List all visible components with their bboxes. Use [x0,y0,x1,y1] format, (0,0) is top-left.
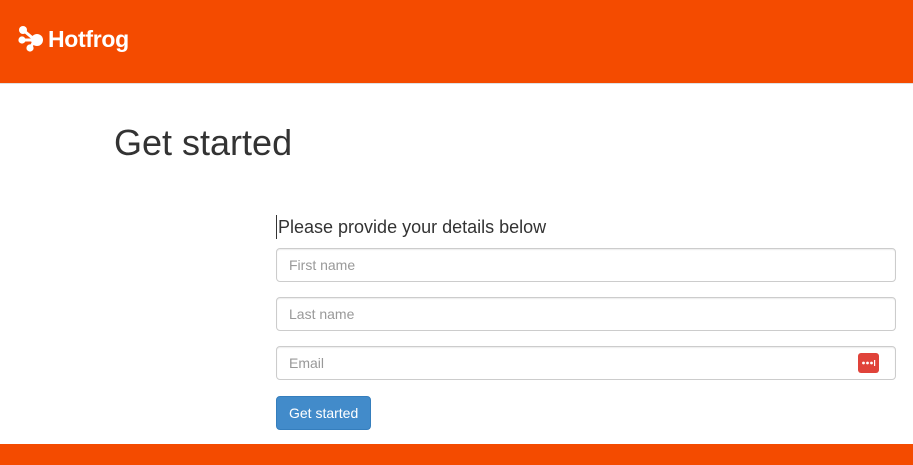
form-intro: Please provide your details below [276,215,896,239]
first-name-field-wrap [276,248,896,282]
dots-icon [862,360,876,366]
signup-form: Please provide your details below Get st… [276,215,896,430]
frog-paw-icon [18,26,43,52]
logo-text: Hotfrog [48,25,129,52]
email-input[interactable] [276,346,896,380]
last-name-input[interactable] [276,297,896,331]
last-name-field-wrap [276,297,896,331]
first-name-input[interactable] [276,248,896,282]
site-logo[interactable]: Hotfrog [18,22,129,56]
page: Hotfrog Get started Please provide your … [0,0,913,465]
site-footer [0,444,913,465]
page-title: Get started [114,122,293,163]
site-header: Hotfrog [0,0,913,84]
get-started-button[interactable]: Get started [276,396,372,430]
password-manager-icon[interactable] [858,353,879,373]
email-field-wrap [276,346,896,380]
